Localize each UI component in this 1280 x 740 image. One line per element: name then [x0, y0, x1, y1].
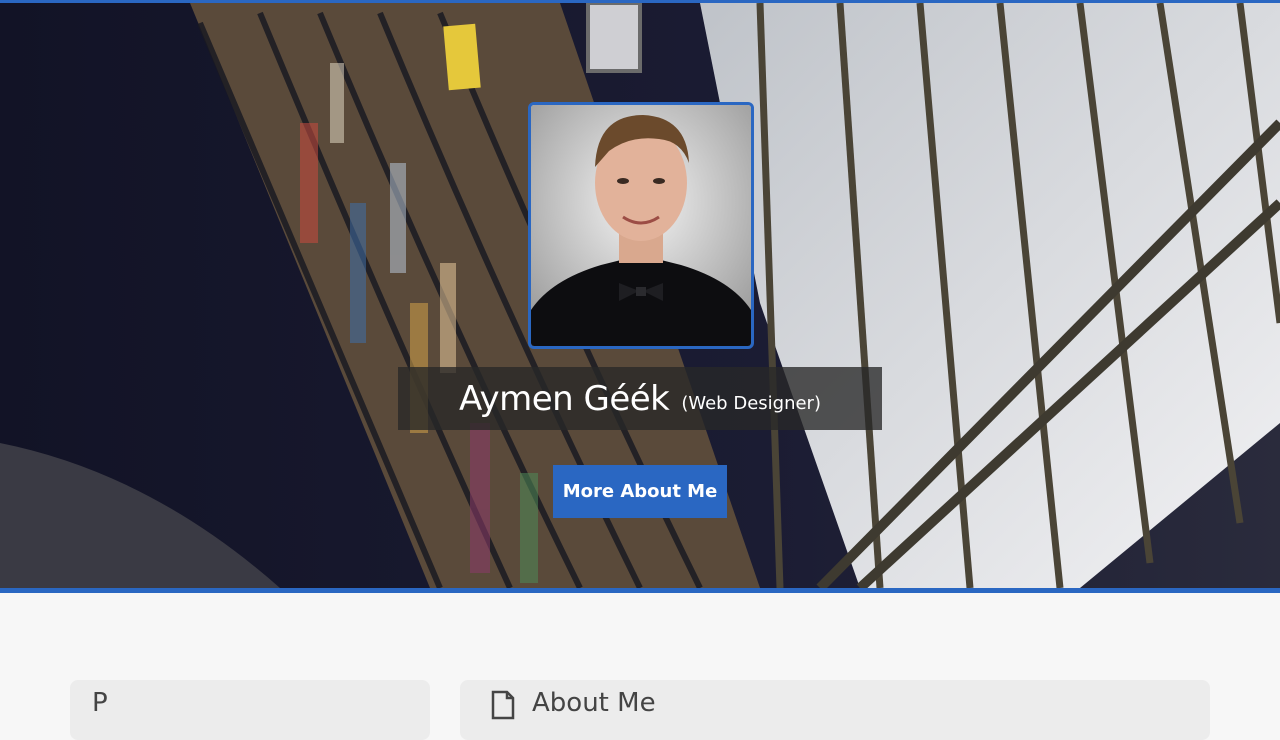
more-about-me-button[interactable]: More About Me	[553, 465, 727, 518]
profile-role: (Web Designer)	[681, 393, 821, 414]
left-section-card: P	[70, 680, 430, 740]
profile-photo	[528, 102, 754, 349]
profile-portrait-image	[531, 105, 751, 346]
document-icon	[491, 690, 515, 720]
about-me-card: About Me	[460, 680, 1210, 740]
left-section-title: P	[92, 688, 108, 718]
profile-name: Aymen Géék	[459, 378, 670, 419]
hero-section: Aymen Géék (Web Designer) More About Me	[0, 0, 1280, 593]
about-me-title: About Me	[532, 688, 656, 718]
name-banner: Aymen Géék (Web Designer)	[398, 367, 882, 430]
